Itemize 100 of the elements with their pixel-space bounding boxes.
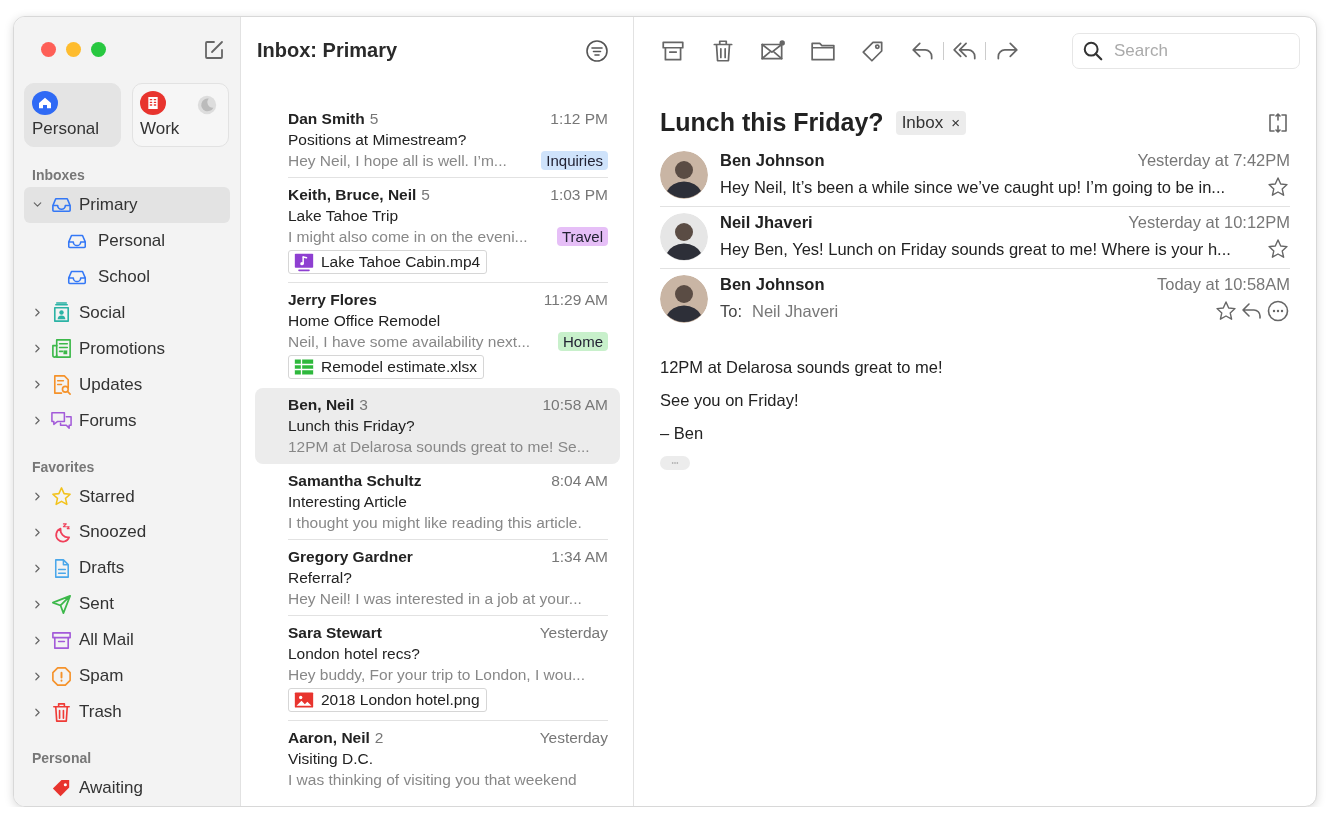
filter-icon bbox=[585, 38, 609, 63]
body-paragraph: See you on Friday! bbox=[660, 391, 800, 410]
message-time: 11:29 AM bbox=[543, 290, 608, 309]
avatar-silhouette bbox=[660, 213, 708, 261]
message-preview: Hey Ben, Yes! Lunch on Friday sounds great to me! Where is your h... bbox=[720, 239, 1231, 259]
attachment-chip[interactable]: Remodel estimate.xlsx bbox=[288, 355, 484, 379]
trash-icon bbox=[710, 37, 736, 64]
item-label: Snoozed bbox=[79, 522, 147, 543]
message-preview: Hey Neil! I was interested in a job at your... bbox=[288, 589, 583, 608]
message-subject: Interesting Article bbox=[288, 492, 407, 511]
account-button[interactable]: Personal bbox=[24, 82, 121, 147]
ellipsis-circle-icon bbox=[1266, 299, 1290, 323]
sender-name: Aaron, Neil bbox=[288, 728, 370, 747]
sidebar-item[interactable]: Starred bbox=[24, 478, 230, 515]
item-label: Primary bbox=[79, 194, 138, 215]
sidebar-item[interactable]: Trash bbox=[24, 694, 230, 731]
item-label: Starred bbox=[79, 486, 135, 507]
toolbar-button[interactable] bbox=[710, 37, 736, 64]
message-preview: I might also come in on the eveni... bbox=[288, 227, 529, 246]
sidebar-item[interactable]: Snoozed bbox=[24, 514, 230, 551]
close-button[interactable] bbox=[41, 42, 56, 58]
label-tag: Inquiries bbox=[541, 151, 608, 170]
message-time: Today at 10:58AM bbox=[1157, 275, 1290, 294]
sidebar-item[interactable]: Social bbox=[24, 294, 230, 331]
message-preview: Hey Neil, It’s been a while since we’ve caught up! I’m going to be in... bbox=[720, 177, 1226, 197]
sidebar-item[interactable]: Updates bbox=[24, 366, 230, 403]
star-icon bbox=[50, 485, 73, 508]
sidebar-item[interactable]: Awaiting bbox=[24, 770, 230, 806]
message-preview: I was thinking of visiting you that weekend bbox=[288, 770, 578, 789]
message-subject: Visiting D.C. bbox=[288, 749, 373, 768]
sidebar-item[interactable]: Forums bbox=[24, 402, 230, 439]
message-time: 1:34 AM bbox=[551, 547, 608, 566]
thread-count: 3 bbox=[359, 395, 368, 414]
item-label: Trash bbox=[79, 702, 122, 723]
message-item[interactable]: Aaron, Neil 2 Yesterday Visiting D.C. I was thinking of visiting you that weekend bbox=[255, 721, 620, 797]
expand-button[interactable] bbox=[1266, 110, 1290, 135]
message-subject: Lunch this Friday? bbox=[288, 416, 415, 435]
recipient-name: Neil Jhaveri bbox=[752, 301, 839, 321]
trash-icon bbox=[50, 700, 73, 724]
item-label: School bbox=[98, 266, 150, 287]
thread-count: 2 bbox=[374, 728, 384, 747]
thread-count: 5 bbox=[421, 185, 430, 204]
compose-button[interactable] bbox=[202, 38, 226, 62]
sender-name: Sara Stewart bbox=[288, 623, 382, 642]
filter-button[interactable] bbox=[585, 38, 609, 63]
message-preview: Hey buddy, For your trip to London, I wou... bbox=[288, 665, 586, 684]
sidebar-item[interactable]: Spam bbox=[24, 658, 230, 695]
item-label: Forums bbox=[79, 410, 137, 431]
sidebar-item[interactable]: Sent bbox=[24, 586, 230, 623]
body-paragraph: – Ben bbox=[660, 424, 705, 443]
account-button[interactable]: Work bbox=[132, 82, 229, 147]
message-subject: Referral? bbox=[288, 568, 352, 587]
thread-message[interactable]: Neil Jhaveri Yesterday at 10:12PM Hey Ben, Yes! Lunch on Friday sounds great to me! Where is your h... bbox=[660, 207, 1290, 269]
message-item[interactable]: Gregory Gardner 1:34 AM Referral? Hey Neil! I was interested in a job at your... bbox=[255, 540, 620, 616]
to-label: To: bbox=[720, 301, 742, 321]
spreadsheet-icon bbox=[293, 357, 315, 377]
message-time: 1:12 PM bbox=[550, 109, 608, 128]
sender-name: Dan Smith bbox=[288, 109, 365, 128]
paper-plane-icon bbox=[50, 592, 73, 616]
message-item[interactable]: Samantha Schultz 8:04 AM Interesting Article I thought you might like reading this article. bbox=[255, 464, 620, 540]
section-heading: Personal bbox=[32, 750, 93, 767]
message-preview: Neil, I have some availability next... bbox=[288, 332, 532, 351]
star-icon[interactable] bbox=[1214, 299, 1238, 323]
sender-name: Ben Johnson bbox=[720, 275, 825, 294]
message-time: Yesterday at 10:12PM bbox=[1128, 213, 1290, 232]
sidebar-item[interactable]: Drafts bbox=[24, 550, 230, 587]
section-heading: Favorites bbox=[32, 458, 96, 475]
attachment-chip[interactable]: 2018 London hotel.png bbox=[288, 688, 487, 712]
music-file-icon bbox=[293, 252, 315, 272]
item-label: All Mail bbox=[79, 630, 134, 651]
star-icon[interactable] bbox=[1266, 237, 1290, 261]
message-item[interactable]: Jerry Flores 11:29 AM Home Office Remodel Neil, I have some availability next... Home Remodel estimate.xlsx bbox=[255, 283, 620, 388]
star-icon[interactable] bbox=[1266, 175, 1290, 199]
item-label: Awaiting bbox=[79, 778, 143, 799]
avatar-silhouette bbox=[660, 275, 708, 323]
label-tag: Travel bbox=[556, 227, 608, 246]
message-item[interactable]: Dan Smith 5 1:12 PM Positions at Mimestream? Hey Neil, I hope all is well. I’m... Inquiries bbox=[255, 102, 620, 178]
item-label: Drafts bbox=[79, 558, 125, 579]
thread-message[interactable]: Ben Johnson Yesterday at 7:42PM Hey Neil, It’s been a while since we’ve caught up! I’m going to be in... bbox=[660, 145, 1290, 207]
search-field[interactable]: Search bbox=[1072, 32, 1300, 69]
message-time: Yesterday bbox=[539, 728, 608, 747]
sender-name: Neil Jhaveri bbox=[720, 213, 813, 232]
message-item[interactable]: Ben, Neil 3 10:58 AM Lunch this Friday? 12PM at Delarosa sounds great to me! Se... bbox=[255, 388, 620, 464]
sender-name: Gregory Gardner bbox=[288, 547, 413, 566]
message-item[interactable]: Sara Stewart Yesterday London hotel recs? Hey buddy, For your trip to London, I wou... 2018 London hotel.png bbox=[255, 616, 620, 721]
sidebar-item[interactable]: Personal bbox=[24, 222, 230, 259]
message-time: 10:58 AM bbox=[542, 395, 608, 414]
sidebar-item[interactable]: Primary bbox=[24, 186, 230, 223]
thread-message[interactable]: Ben Johnson Today at 10:58AM To: Neil Jhaveri bbox=[660, 269, 1290, 330]
sender-name: Ben Johnson bbox=[720, 151, 825, 170]
sidebar-item[interactable]: School bbox=[24, 258, 230, 295]
message-item[interactable]: Keith, Bruce, Neil 5 1:03 PM Lake Tahoe Trip I might also come in on the eveni... Travel Lake Tahoe Cabin.mp4 bbox=[255, 178, 620, 283]
more-button[interactable] bbox=[1266, 299, 1290, 323]
sidebar-item[interactable]: All Mail bbox=[24, 622, 230, 659]
attachment-chip[interactable]: Lake Tahoe Cabin.mp4 bbox=[288, 250, 488, 274]
message-subject: Home Office Remodel bbox=[288, 311, 441, 330]
sender-name: Jerry Flores bbox=[288, 290, 377, 309]
remove-label-button[interactable]: × bbox=[951, 114, 960, 131]
sidebar-item[interactable]: Promotions bbox=[24, 330, 230, 367]
label-tag: Home bbox=[558, 332, 608, 351]
